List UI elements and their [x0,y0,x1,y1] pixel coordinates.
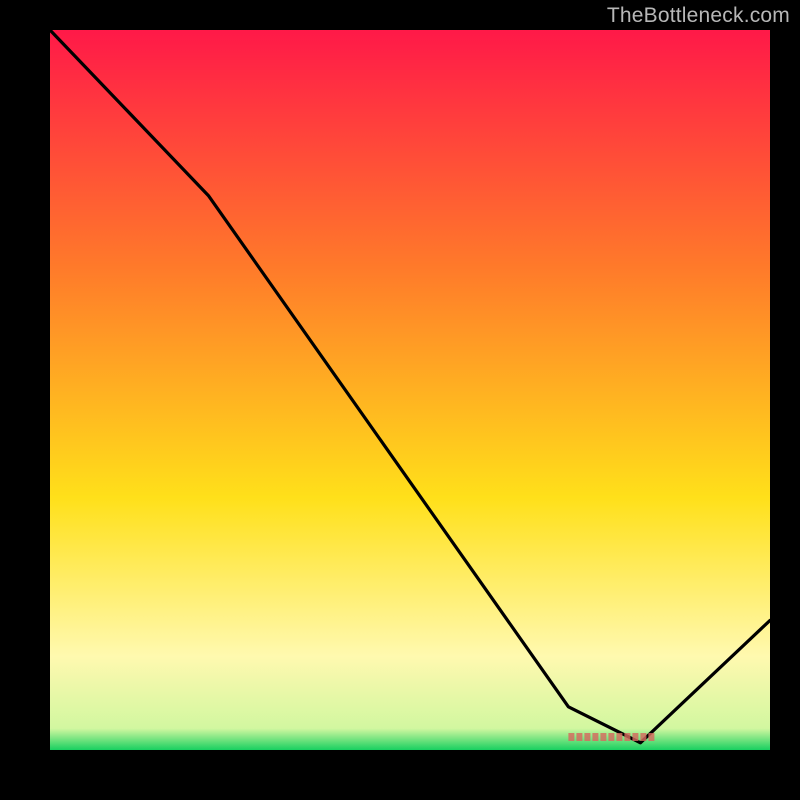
chart-svg [50,30,770,750]
heatmap-background [50,30,770,750]
chart-plot-area [50,30,770,750]
chart-frame: TheBottleneck.com [0,0,800,800]
attribution-text: TheBottleneck.com [607,4,790,28]
